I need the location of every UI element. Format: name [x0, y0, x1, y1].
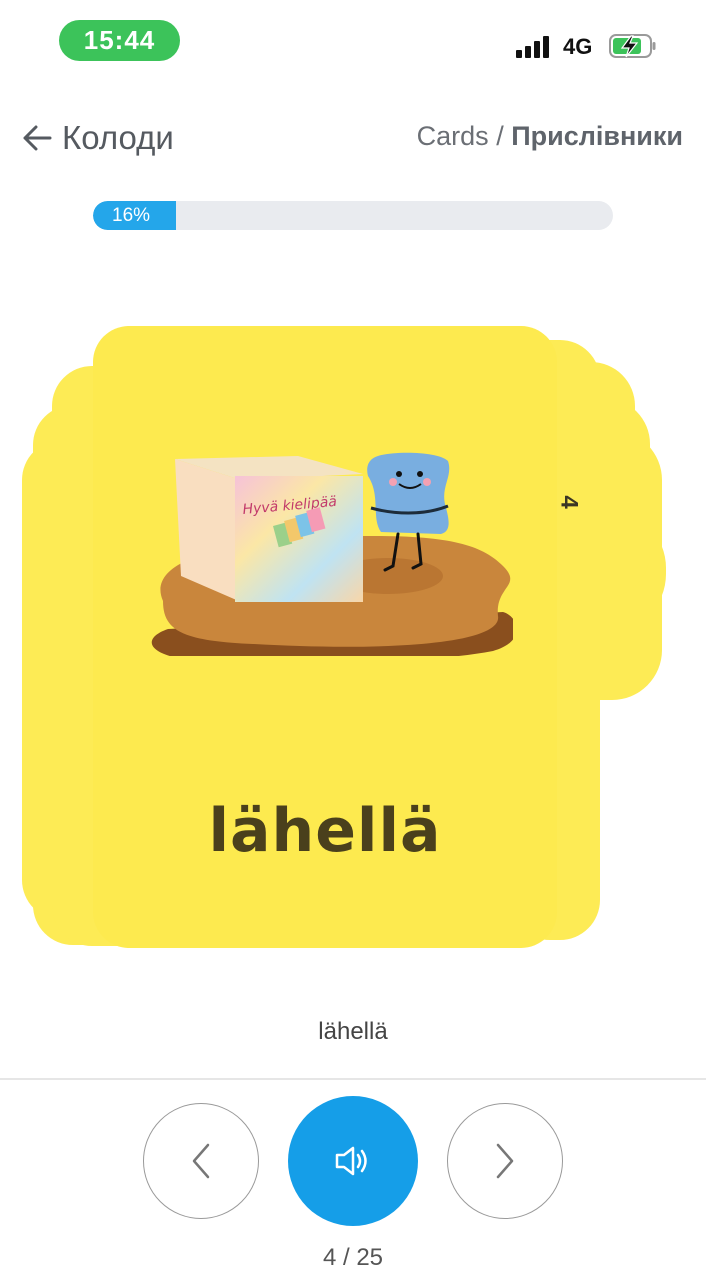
- card-illustration: Hyvä kielipää: [151, 452, 513, 656]
- breadcrumb: Cards / Прислівники: [417, 121, 683, 152]
- card-counter: 4 / 25: [322, 1244, 384, 1271]
- breadcrumb-current: Прислівники: [511, 121, 683, 151]
- progress-bar: 16%: [93, 201, 613, 230]
- chevron-right-icon: [496, 1143, 514, 1179]
- flashcard[interactable]: Hyvä kielipää lähellä: [93, 326, 557, 948]
- breadcrumb-separator: /: [488, 121, 512, 151]
- status-time: 15:44: [59, 20, 180, 61]
- breadcrumb-root[interactable]: Cards: [417, 121, 489, 151]
- status-bar: 15:44 4G: [0, 0, 706, 90]
- battery-charging-icon: [609, 34, 656, 58]
- arrow-left-icon: [23, 125, 52, 151]
- header: Колоди Cards / Прислівники: [0, 110, 706, 166]
- back-label: Колоди: [62, 119, 174, 156]
- card-stack[interactable]: 4 Hyvä kielipää lähellä: [0, 310, 706, 970]
- progress-label: 16%: [112, 205, 151, 226]
- network-type: 4G: [563, 34, 593, 59]
- card-caption: lähellä: [318, 1018, 388, 1045]
- divider: [0, 1078, 706, 1080]
- play-audio-button[interactable]: [288, 1096, 418, 1226]
- signal-icon: [516, 36, 552, 58]
- previous-card-button[interactable]: [143, 1103, 259, 1219]
- card-word: lähellä: [208, 796, 442, 866]
- next-card-button[interactable]: [447, 1103, 563, 1219]
- back-button[interactable]: Колоди: [22, 114, 174, 162]
- next-card-number: 4: [555, 495, 583, 509]
- chevron-left-icon: [192, 1143, 210, 1179]
- speaker-icon: [335, 1146, 367, 1176]
